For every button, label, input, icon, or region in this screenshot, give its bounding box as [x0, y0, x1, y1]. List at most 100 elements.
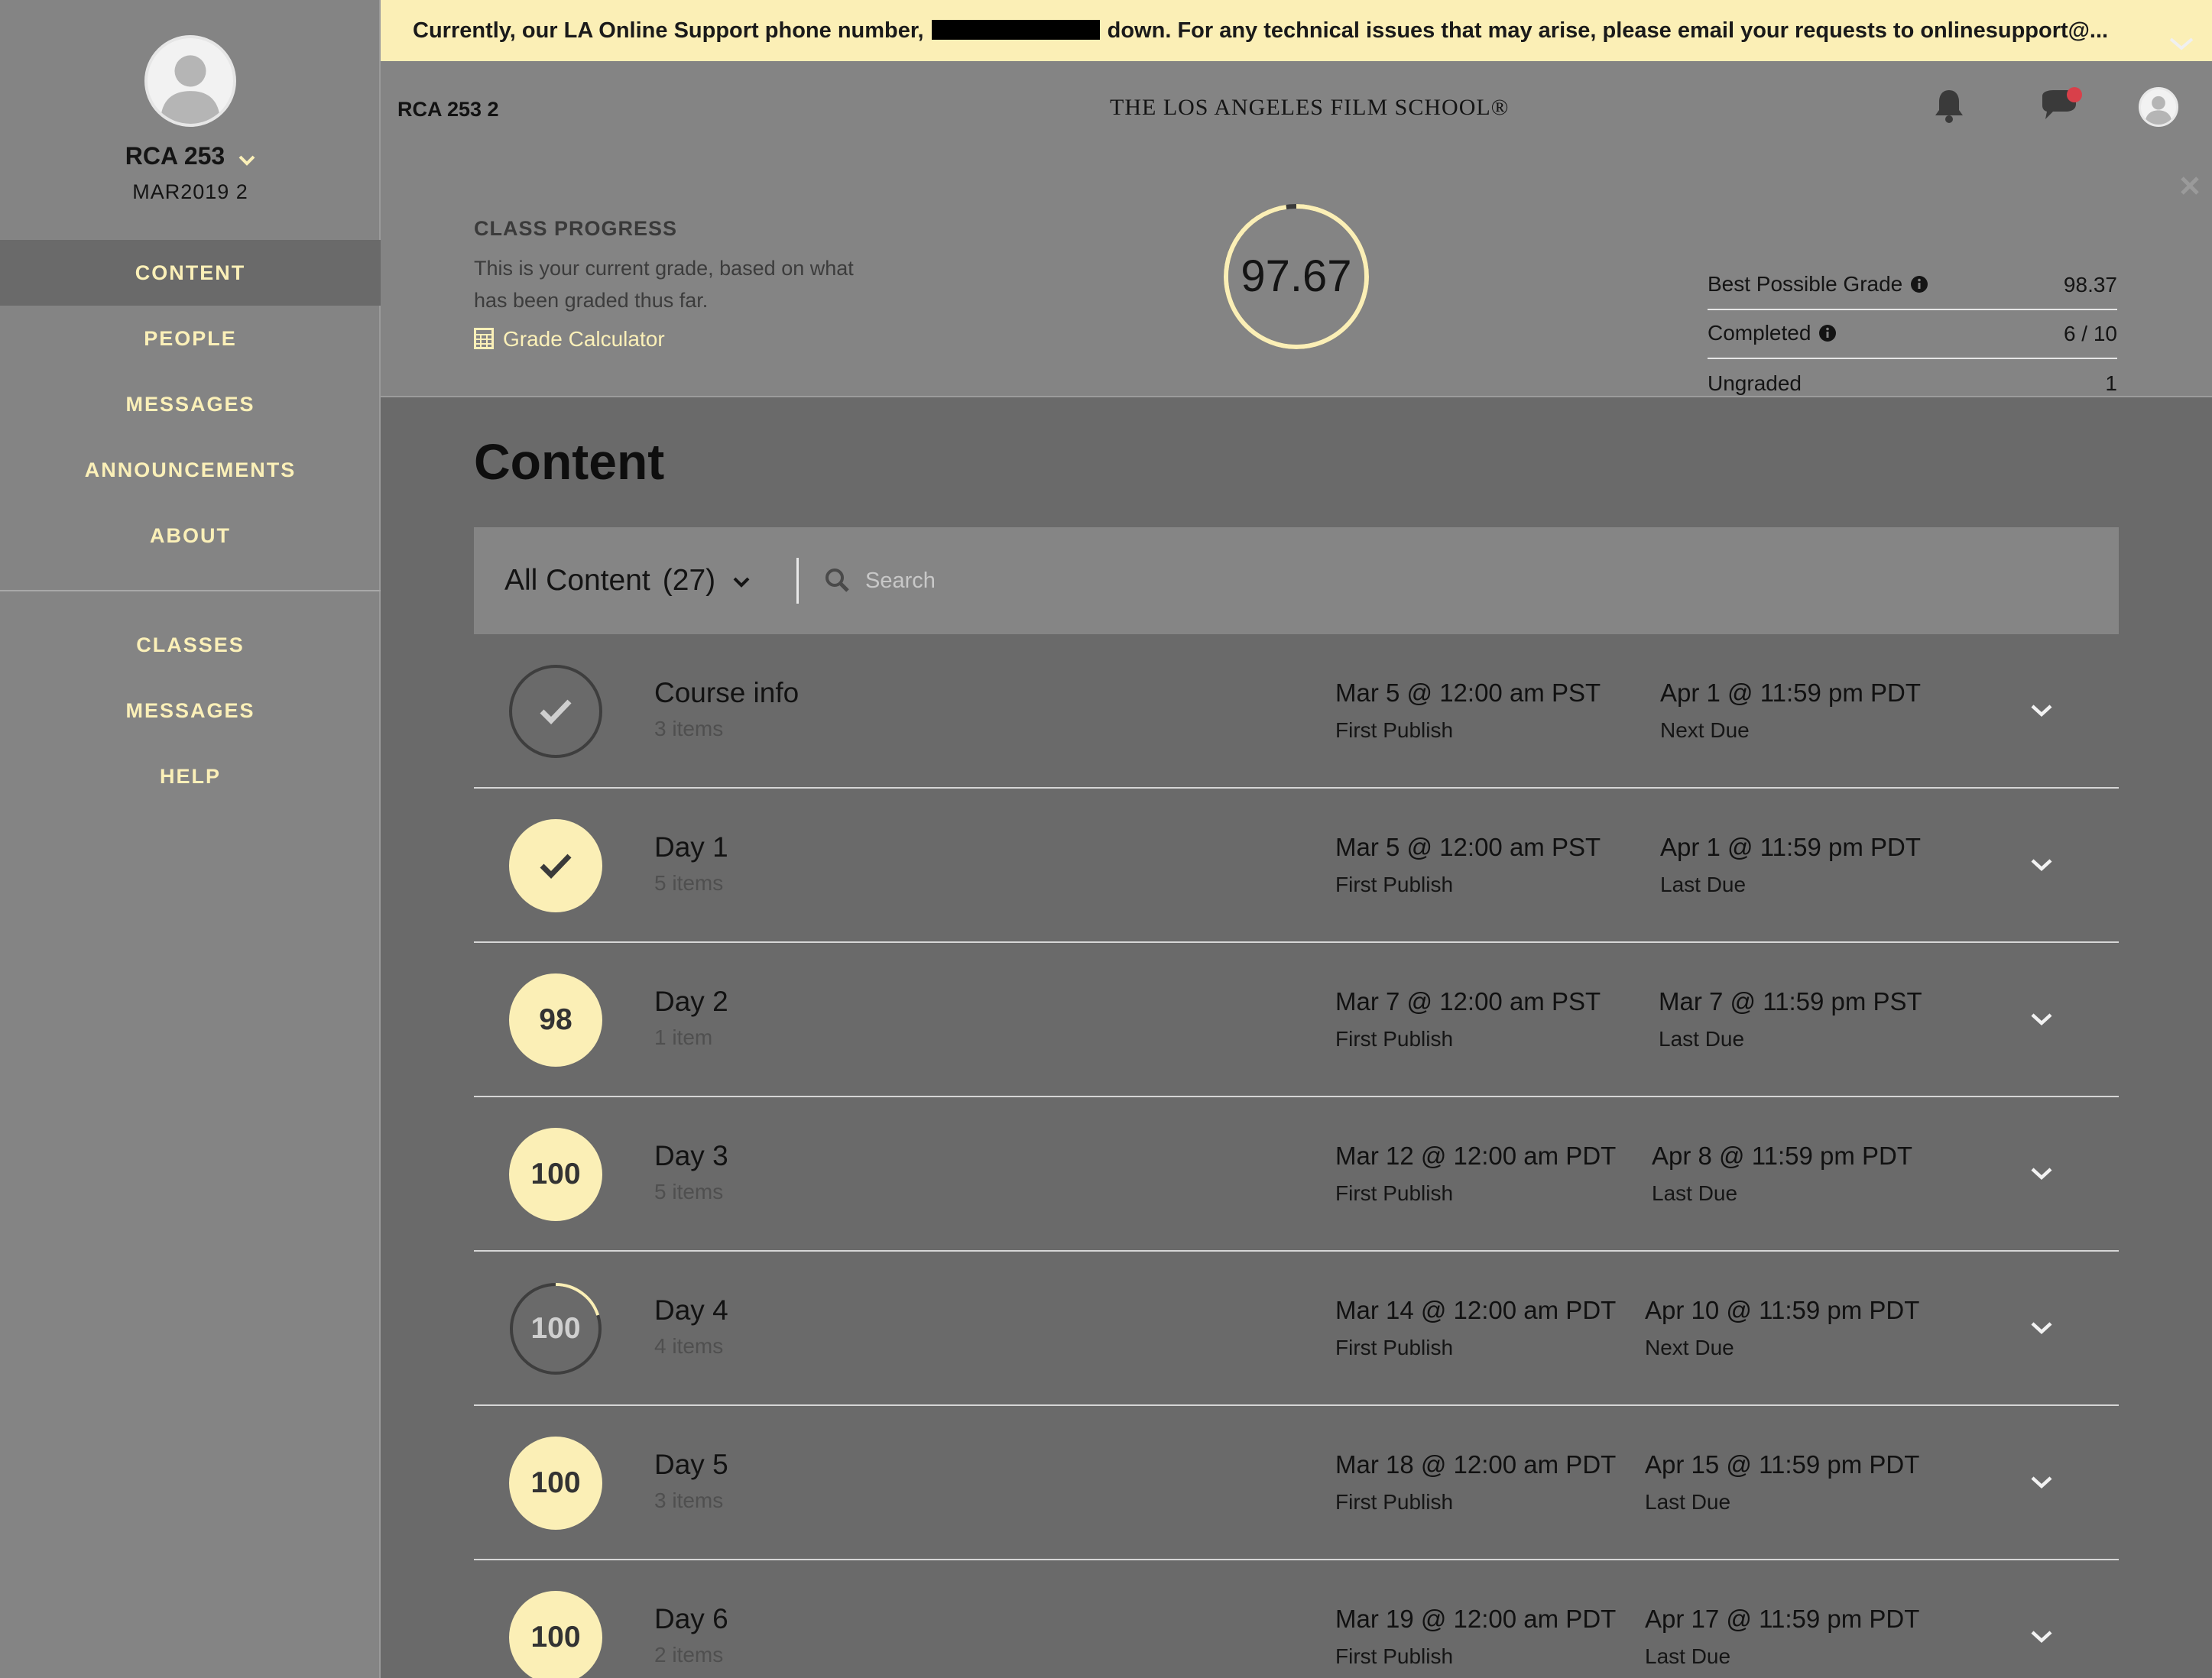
course-nav: CONTENT PEOPLE MESSAGES ANNOUNCEMENTS AB… — [0, 240, 381, 569]
grade-calculator-link[interactable]: Grade Calculator — [474, 327, 665, 351]
module-title: Day 2 — [654, 986, 728, 1017]
module-item-count: 1 item — [654, 1025, 713, 1049]
module-title: Day 6 — [654, 1603, 728, 1634]
due-label: Last Due — [1660, 873, 1747, 896]
page-title: Content — [474, 433, 665, 490]
due-label: Next Due — [1645, 1336, 1734, 1359]
stat-ungraded: Ungraded 1 — [1708, 359, 2117, 408]
nav-about[interactable]: ABOUT — [0, 503, 381, 569]
global-nav: CLASSES MESSAGES HELP — [0, 612, 381, 809]
person-silhouette-icon — [160, 55, 221, 124]
content-module-row[interactable]: 100 Day 6 2 items Mar 19 @ 12:00 am PDT Firs… — [474, 1560, 2119, 1678]
module-title: Day 1 — [654, 831, 728, 863]
due-label: Next Due — [1660, 718, 1750, 742]
chevron-down-icon[interactable] — [2030, 1166, 2053, 1185]
close-icon[interactable] — [2178, 174, 2201, 197]
calculator-icon — [474, 328, 494, 349]
school-logo[interactable]: THE LOS ANGELES FILM SCHOOL® — [1110, 95, 1509, 121]
course-avatar[interactable] — [144, 35, 236, 127]
stat-label: Completed — [1708, 320, 1811, 345]
chevron-down-icon[interactable] — [2030, 1012, 2053, 1031]
first-publish-date: Mar 7 @ 12:00 am PST — [1335, 987, 1601, 1016]
module-item-count: 4 items — [654, 1334, 724, 1358]
content-module-row[interactable]: 100 Day 4 4 items Mar 14 @ 12:00 am PDT Firs… — [474, 1252, 2119, 1406]
chevron-down-icon[interactable] — [2030, 703, 2053, 722]
chat-icon[interactable] — [2039, 87, 2085, 125]
content-filter-dropdown[interactable]: All Content (27) — [504, 527, 751, 634]
due-date: Apr 10 @ 11:59 pm PDT — [1645, 1296, 1920, 1324]
stat-value: 98.37 — [2063, 273, 2117, 296]
class-progress-description: This is your current grade, based on wha… — [474, 257, 854, 312]
filter-label: All Content — [504, 564, 650, 597]
stat-label: Best Possible Grade — [1708, 271, 1903, 296]
module-score-badge: 100 — [509, 1591, 602, 1678]
chevron-down-icon[interactable] — [2030, 1475, 2053, 1494]
sidebar: RCA 253 MAR2019 2 CONTENT PEOPLE MESSAGE… — [0, 0, 381, 1678]
content-module-row[interactable]: Course info 3 items Mar 5 @ 12:00 am PST Fi… — [474, 634, 2119, 789]
module-item-count: 3 items — [654, 1488, 724, 1512]
due-label: Last Due — [1645, 1490, 1731, 1514]
first-publish-date: Mar 14 @ 12:00 am PDT — [1335, 1296, 1617, 1324]
module-title: Course info — [654, 677, 799, 708]
due-label: Last Due — [1652, 1181, 1738, 1205]
first-publish-label: First Publish — [1335, 1181, 1454, 1205]
search-input[interactable] — [865, 550, 2088, 611]
checkmark-outline-icon — [509, 665, 602, 758]
notification-dot — [2067, 87, 2082, 102]
banner-text-start: Currently, our LA Online Support phone n… — [413, 18, 924, 43]
content-module-row[interactable]: Day 1 5 items Mar 5 @ 12:00 am PST First Pu… — [474, 789, 2119, 943]
info-icon[interactable] — [1818, 323, 1837, 348]
content-module-row[interactable]: 100 Day 3 5 items Mar 12 @ 12:00 am PDT Firs… — [474, 1097, 2119, 1252]
user-avatar[interactable] — [2139, 87, 2178, 127]
module-score: 100 — [530, 1621, 581, 1654]
content-module-row[interactable]: 98 Day 2 1 item Mar 7 @ 12:00 am PST First P… — [474, 943, 2119, 1097]
filter-count: (27) — [662, 564, 716, 597]
content-module-row[interactable]: 100 Day 5 3 items Mar 18 @ 12:00 am PDT Firs… — [474, 1406, 2119, 1560]
support-banner: Currently, our LA Online Support phone n… — [381, 0, 2212, 61]
grade-calculator-label: Grade Calculator — [503, 327, 665, 351]
module-score: 100 — [530, 1466, 581, 1499]
chevron-down-icon[interactable] — [2030, 1629, 2053, 1648]
due-label: Last Due — [1645, 1644, 1731, 1668]
due-date: Apr 8 @ 11:59 pm PDT — [1652, 1142, 1913, 1170]
due-date: Apr 1 @ 11:59 pm PDT — [1660, 833, 1922, 861]
module-item-count: 2 items — [654, 1643, 724, 1667]
first-publish-date: Mar 18 @ 12:00 am PDT — [1335, 1450, 1617, 1479]
class-header: RCA 253 2 THE LOS ANGELES FILM SCHOOL® C… — [381, 61, 2212, 397]
stat-completed: Completed 6 / 10 — [1708, 310, 2117, 359]
banner-text-end: down. For any technical issues that may … — [1107, 18, 2109, 43]
first-publish-label: First Publish — [1335, 718, 1454, 742]
redacted-phone — [931, 20, 1100, 40]
course-switcher[interactable]: RCA 253 — [0, 142, 381, 172]
module-score-badge: 100 — [509, 1437, 602, 1530]
nav-divider — [0, 590, 381, 591]
stat-value: 1 — [2105, 371, 2117, 395]
grade-ring: 97.67 — [1221, 202, 1371, 351]
nav-classes[interactable]: CLASSES — [0, 612, 381, 678]
nav-announcements[interactable]: ANNOUNCEMENTS — [0, 437, 381, 503]
search-icon — [824, 567, 850, 597]
filter-divider — [796, 558, 799, 604]
nav-people[interactable]: PEOPLE — [0, 306, 381, 371]
nav-global-messages[interactable]: MESSAGES — [0, 678, 381, 743]
nav-content[interactable]: CONTENT — [0, 240, 381, 306]
banner-expand-chevron-icon[interactable] — [2166, 18, 2197, 50]
course-term: MAR2019 2 — [132, 180, 248, 203]
chevron-down-icon[interactable] — [2030, 857, 2053, 876]
bell-icon[interactable] — [1932, 87, 1966, 124]
content-filter-bar: All Content (27) — [474, 527, 2119, 634]
course-name: RCA 253 — [125, 142, 225, 170]
first-publish-label: First Publish — [1335, 1644, 1454, 1668]
class-progress-title: CLASS PROGRESS — [474, 217, 678, 240]
due-date: Apr 1 @ 11:59 pm PDT — [1660, 679, 1922, 707]
due-date: Apr 15 @ 11:59 pm PDT — [1645, 1450, 1920, 1479]
first-publish-date: Mar 19 @ 12:00 am PDT — [1335, 1605, 1617, 1633]
nav-help[interactable]: HELP — [0, 743, 381, 809]
module-score: 100 — [530, 1312, 581, 1345]
info-icon[interactable] — [1910, 274, 1928, 299]
first-publish-label: First Publish — [1335, 1027, 1454, 1051]
first-publish-label: First Publish — [1335, 873, 1454, 896]
module-title: Day 4 — [654, 1294, 728, 1326]
chevron-down-icon[interactable] — [2030, 1320, 2053, 1339]
nav-messages[interactable]: MESSAGES — [0, 371, 381, 437]
